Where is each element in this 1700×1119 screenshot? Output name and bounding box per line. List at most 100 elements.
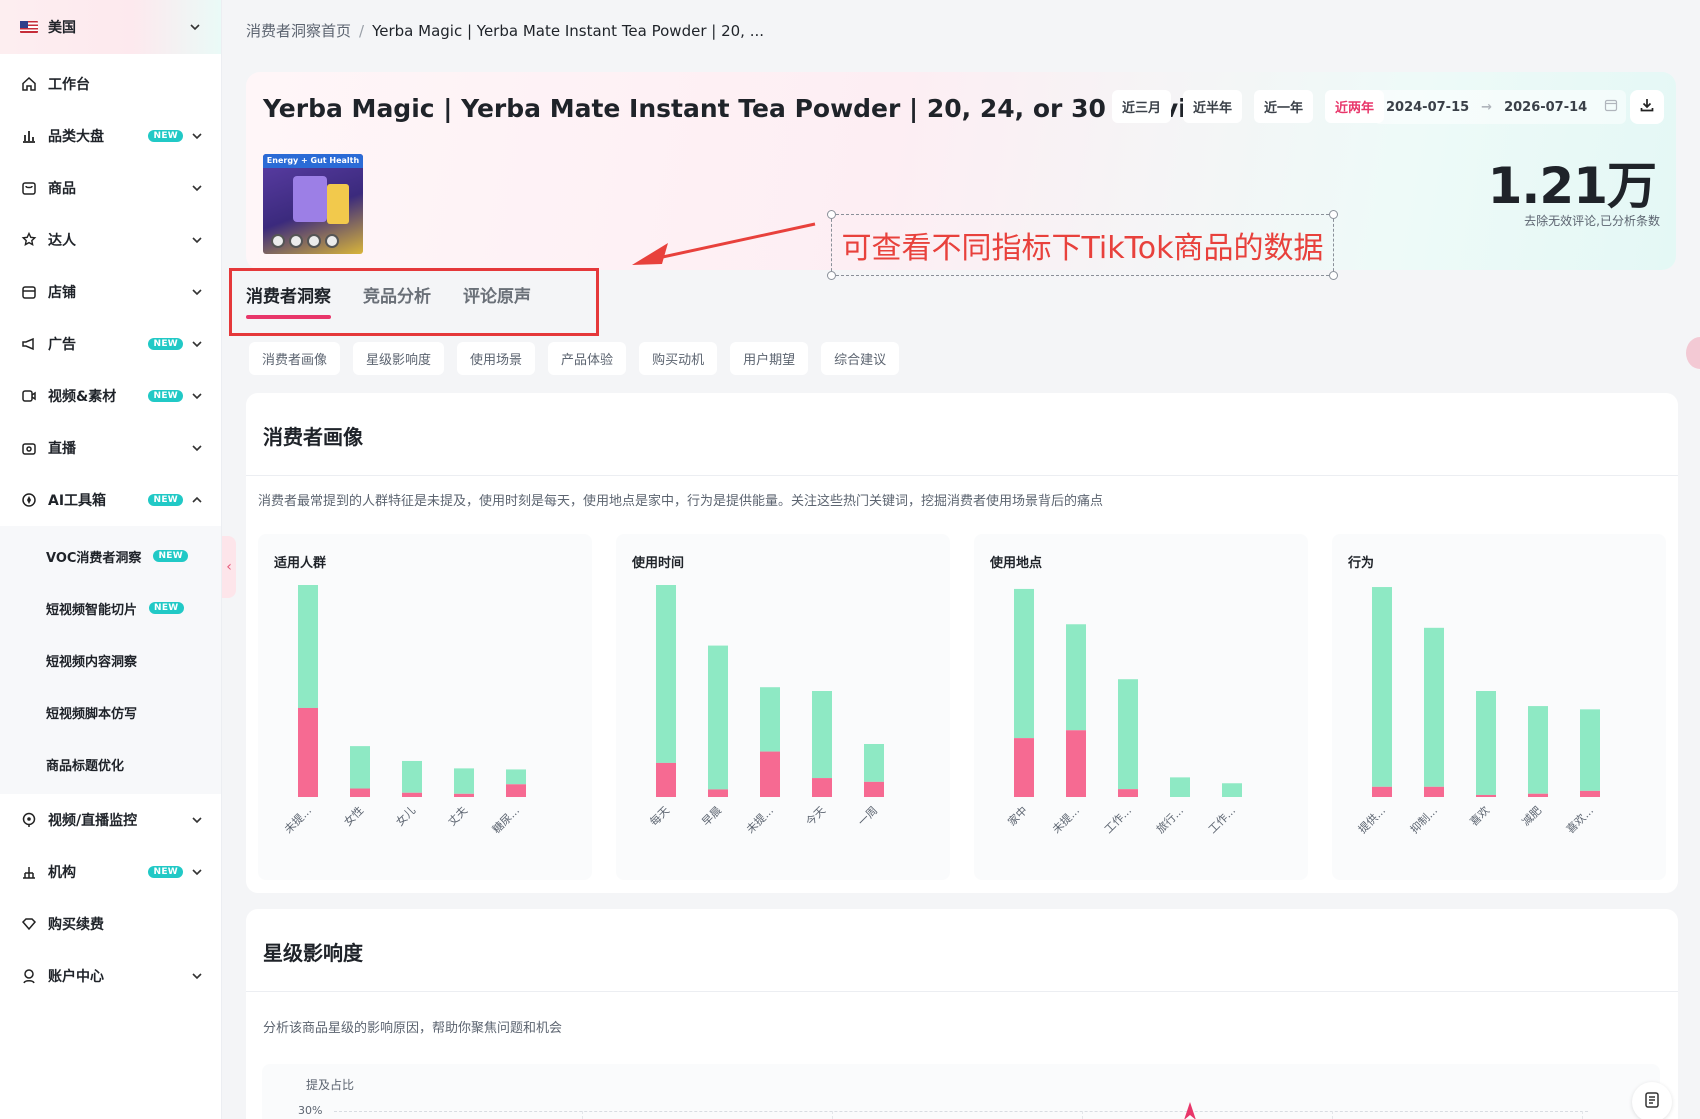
bar-negative-segment[interactable] <box>1528 793 1548 797</box>
chip-user-expectation[interactable]: 用户期望 <box>730 342 809 375</box>
range-6-months-button[interactable]: 近半年 <box>1183 90 1243 123</box>
bar-positive-segment[interactable] <box>1476 691 1496 795</box>
sidebar-subitem-voc[interactable]: VOC消费者洞察 NEW <box>0 530 221 582</box>
new-badge: NEW <box>148 130 183 142</box>
document-button[interactable] <box>1632 1082 1672 1119</box>
annotation-text: 可查看不同指标下TikTok商品的数据 <box>841 231 1324 266</box>
x-axis-tick-label: 抑制... <box>1407 803 1440 836</box>
sidebar-item-account[interactable]: 账户中心 <box>0 950 221 1002</box>
floating-assistant-button[interactable] <box>1686 337 1700 369</box>
bar-negative-segment[interactable] <box>864 781 884 797</box>
bar-negative-segment[interactable] <box>1118 789 1138 797</box>
sidebar-item-label: 商品标题优化 <box>46 758 125 774</box>
bar-positive-segment[interactable] <box>1014 588 1034 739</box>
sidebar-item-agency[interactable]: 机构 NEW <box>0 846 221 898</box>
sidebar-item-creators[interactable]: 达人 <box>0 214 221 266</box>
bar-negative-segment[interactable] <box>1372 786 1392 797</box>
bar-positive-segment[interactable] <box>1372 587 1392 787</box>
bar-negative-segment[interactable] <box>506 784 526 797</box>
bar-positive-segment[interactable] <box>1118 679 1138 790</box>
sidebar-item-videos[interactable]: 视频&素材 NEW <box>0 370 221 422</box>
bar-positive-segment[interactable] <box>656 585 676 763</box>
bar-positive-segment[interactable] <box>1424 627 1444 787</box>
tab-consumer-insight[interactable]: 消费者洞察 <box>246 282 331 319</box>
bar-positive-segment[interactable] <box>812 691 832 779</box>
sidebar-subitem-video-insight[interactable]: 短视频内容洞察 <box>0 634 221 686</box>
bar-negative-segment[interactable] <box>402 792 422 797</box>
sidebar-item-workbench[interactable]: 工作台 <box>0 58 221 110</box>
bar-positive-segment[interactable] <box>1528 706 1548 794</box>
bar-negative-segment[interactable] <box>298 707 318 797</box>
sidebar-item-ads[interactable]: 广告 NEW <box>0 318 221 370</box>
bar-positive-segment[interactable] <box>1222 783 1242 797</box>
bar-negative-segment[interactable] <box>1014 738 1034 797</box>
sidebar-item-billing[interactable]: 购买续费 <box>0 898 221 950</box>
section-title: 星级影响度 <box>263 941 363 965</box>
divider <box>246 991 1678 992</box>
bar-positive-segment[interactable] <box>506 769 526 785</box>
sidebar-subitem-script-copy[interactable]: 短视频脚本仿写 <box>0 686 221 738</box>
bar-positive-segment[interactable] <box>1170 777 1190 797</box>
tab-review-quotes[interactable]: 评论原声 <box>463 282 531 315</box>
bar-negative-segment[interactable] <box>1066 730 1086 797</box>
bar-negative-segment[interactable] <box>1424 786 1444 797</box>
sidebar-collapse-handle[interactable]: ‹ <box>222 536 236 598</box>
date-range-picker[interactable]: 2024-07-15 → 2026-07-14 <box>1374 90 1626 124</box>
bar-negative-segment[interactable] <box>1580 790 1600 797</box>
range-3-months-button[interactable]: 近三月 <box>1112 90 1172 123</box>
bar-positive-segment[interactable] <box>864 744 884 782</box>
bar-negative-segment[interactable] <box>656 762 676 797</box>
sidebar-item-ai-toolbox[interactable]: AI工具箱 NEW <box>0 474 221 526</box>
bar-positive-segment[interactable] <box>1066 624 1086 731</box>
bar-negative-segment[interactable] <box>812 778 832 797</box>
sidebar-item-monitor[interactable]: 视频/直播监控 <box>0 794 221 846</box>
bar-positive-segment[interactable] <box>298 585 318 708</box>
tab-competitor-analysis[interactable]: 竞品分析 <box>363 282 431 315</box>
section-description: 消费者最常提到的人群特征是未提及，使用时刻是每天，使用地点是家中，行为是提供能量… <box>258 494 1104 509</box>
bar-negative-segment[interactable] <box>708 789 728 797</box>
sidebar-subitem-title-optimize[interactable]: 商品标题优化 <box>0 738 221 790</box>
chevron-down-icon <box>191 390 203 402</box>
bar-negative-segment[interactable] <box>760 751 780 797</box>
country-label: 美国 <box>48 20 76 36</box>
country-selector[interactable]: 美国 <box>0 0 221 54</box>
sidebar-item-category[interactable]: 品类大盘 NEW <box>0 110 221 162</box>
chip-overall-advice[interactable]: 综合建议 <box>821 342 900 375</box>
product-pack-shape <box>293 176 327 222</box>
bar-negative-segment[interactable] <box>1476 794 1496 797</box>
bar-positive-segment[interactable] <box>1580 709 1600 791</box>
chip-consumer-profile[interactable]: 消费者画像 <box>249 342 341 375</box>
chip-purchase-motive[interactable]: 购买动机 <box>639 342 718 375</box>
bar-negative-segment[interactable] <box>350 788 370 797</box>
document-icon <box>1643 1091 1661 1113</box>
x-axis-tick-label: 喜欢... <box>1563 803 1596 836</box>
chevron-down-icon <box>191 234 203 246</box>
product-thumbnail[interactable]: Energy + Gut Health <box>263 154 363 254</box>
bar-chart-audience: 未提... 女性 女儿 丈夫 糖尿... <box>282 585 526 836</box>
bar-positive-segment[interactable] <box>350 746 370 789</box>
grid-line <box>1332 1111 1333 1119</box>
chip-product-experience[interactable]: 产品体验 <box>548 342 627 375</box>
bar-positive-segment[interactable] <box>454 768 474 794</box>
sidebar-item-label: 短视频内容洞察 <box>46 654 138 670</box>
x-axis-tick-label: 早晨 <box>699 804 724 829</box>
breadcrumb-home-link[interactable]: 消费者洞察首页 <box>246 22 351 40</box>
sidebar-item-products[interactable]: 商品 <box>0 162 221 214</box>
download-button[interactable] <box>1630 90 1664 124</box>
sidebar-item-stores[interactable]: 店铺 <box>0 266 221 318</box>
resize-handle <box>1329 210 1338 219</box>
chevron-left-icon: ‹ <box>226 559 232 575</box>
x-axis-tick-label: 未提... <box>282 804 314 836</box>
chip-star-impact[interactable]: 星级影响度 <box>353 342 445 375</box>
sidebar-item-live[interactable]: 直播 <box>0 422 221 474</box>
bar-positive-segment[interactable] <box>402 760 422 793</box>
range-1-year-button[interactable]: 近一年 <box>1254 90 1314 123</box>
bar-positive-segment[interactable] <box>760 687 780 752</box>
x-axis-tick-label: 女性 <box>341 803 366 828</box>
chevron-down-icon <box>191 338 203 350</box>
chip-usage-scenario[interactable]: 使用场景 <box>457 342 536 375</box>
star-impact-section: 星级影响度 分析该商品星级的影响原因，帮助你聚焦问题和机会 提及占比 30% <box>246 909 1678 1119</box>
bar-negative-segment[interactable] <box>454 793 474 797</box>
bar-positive-segment[interactable] <box>708 645 728 790</box>
sidebar-subitem-video-slice[interactable]: 短视频智能切片 NEW <box>0 582 221 634</box>
